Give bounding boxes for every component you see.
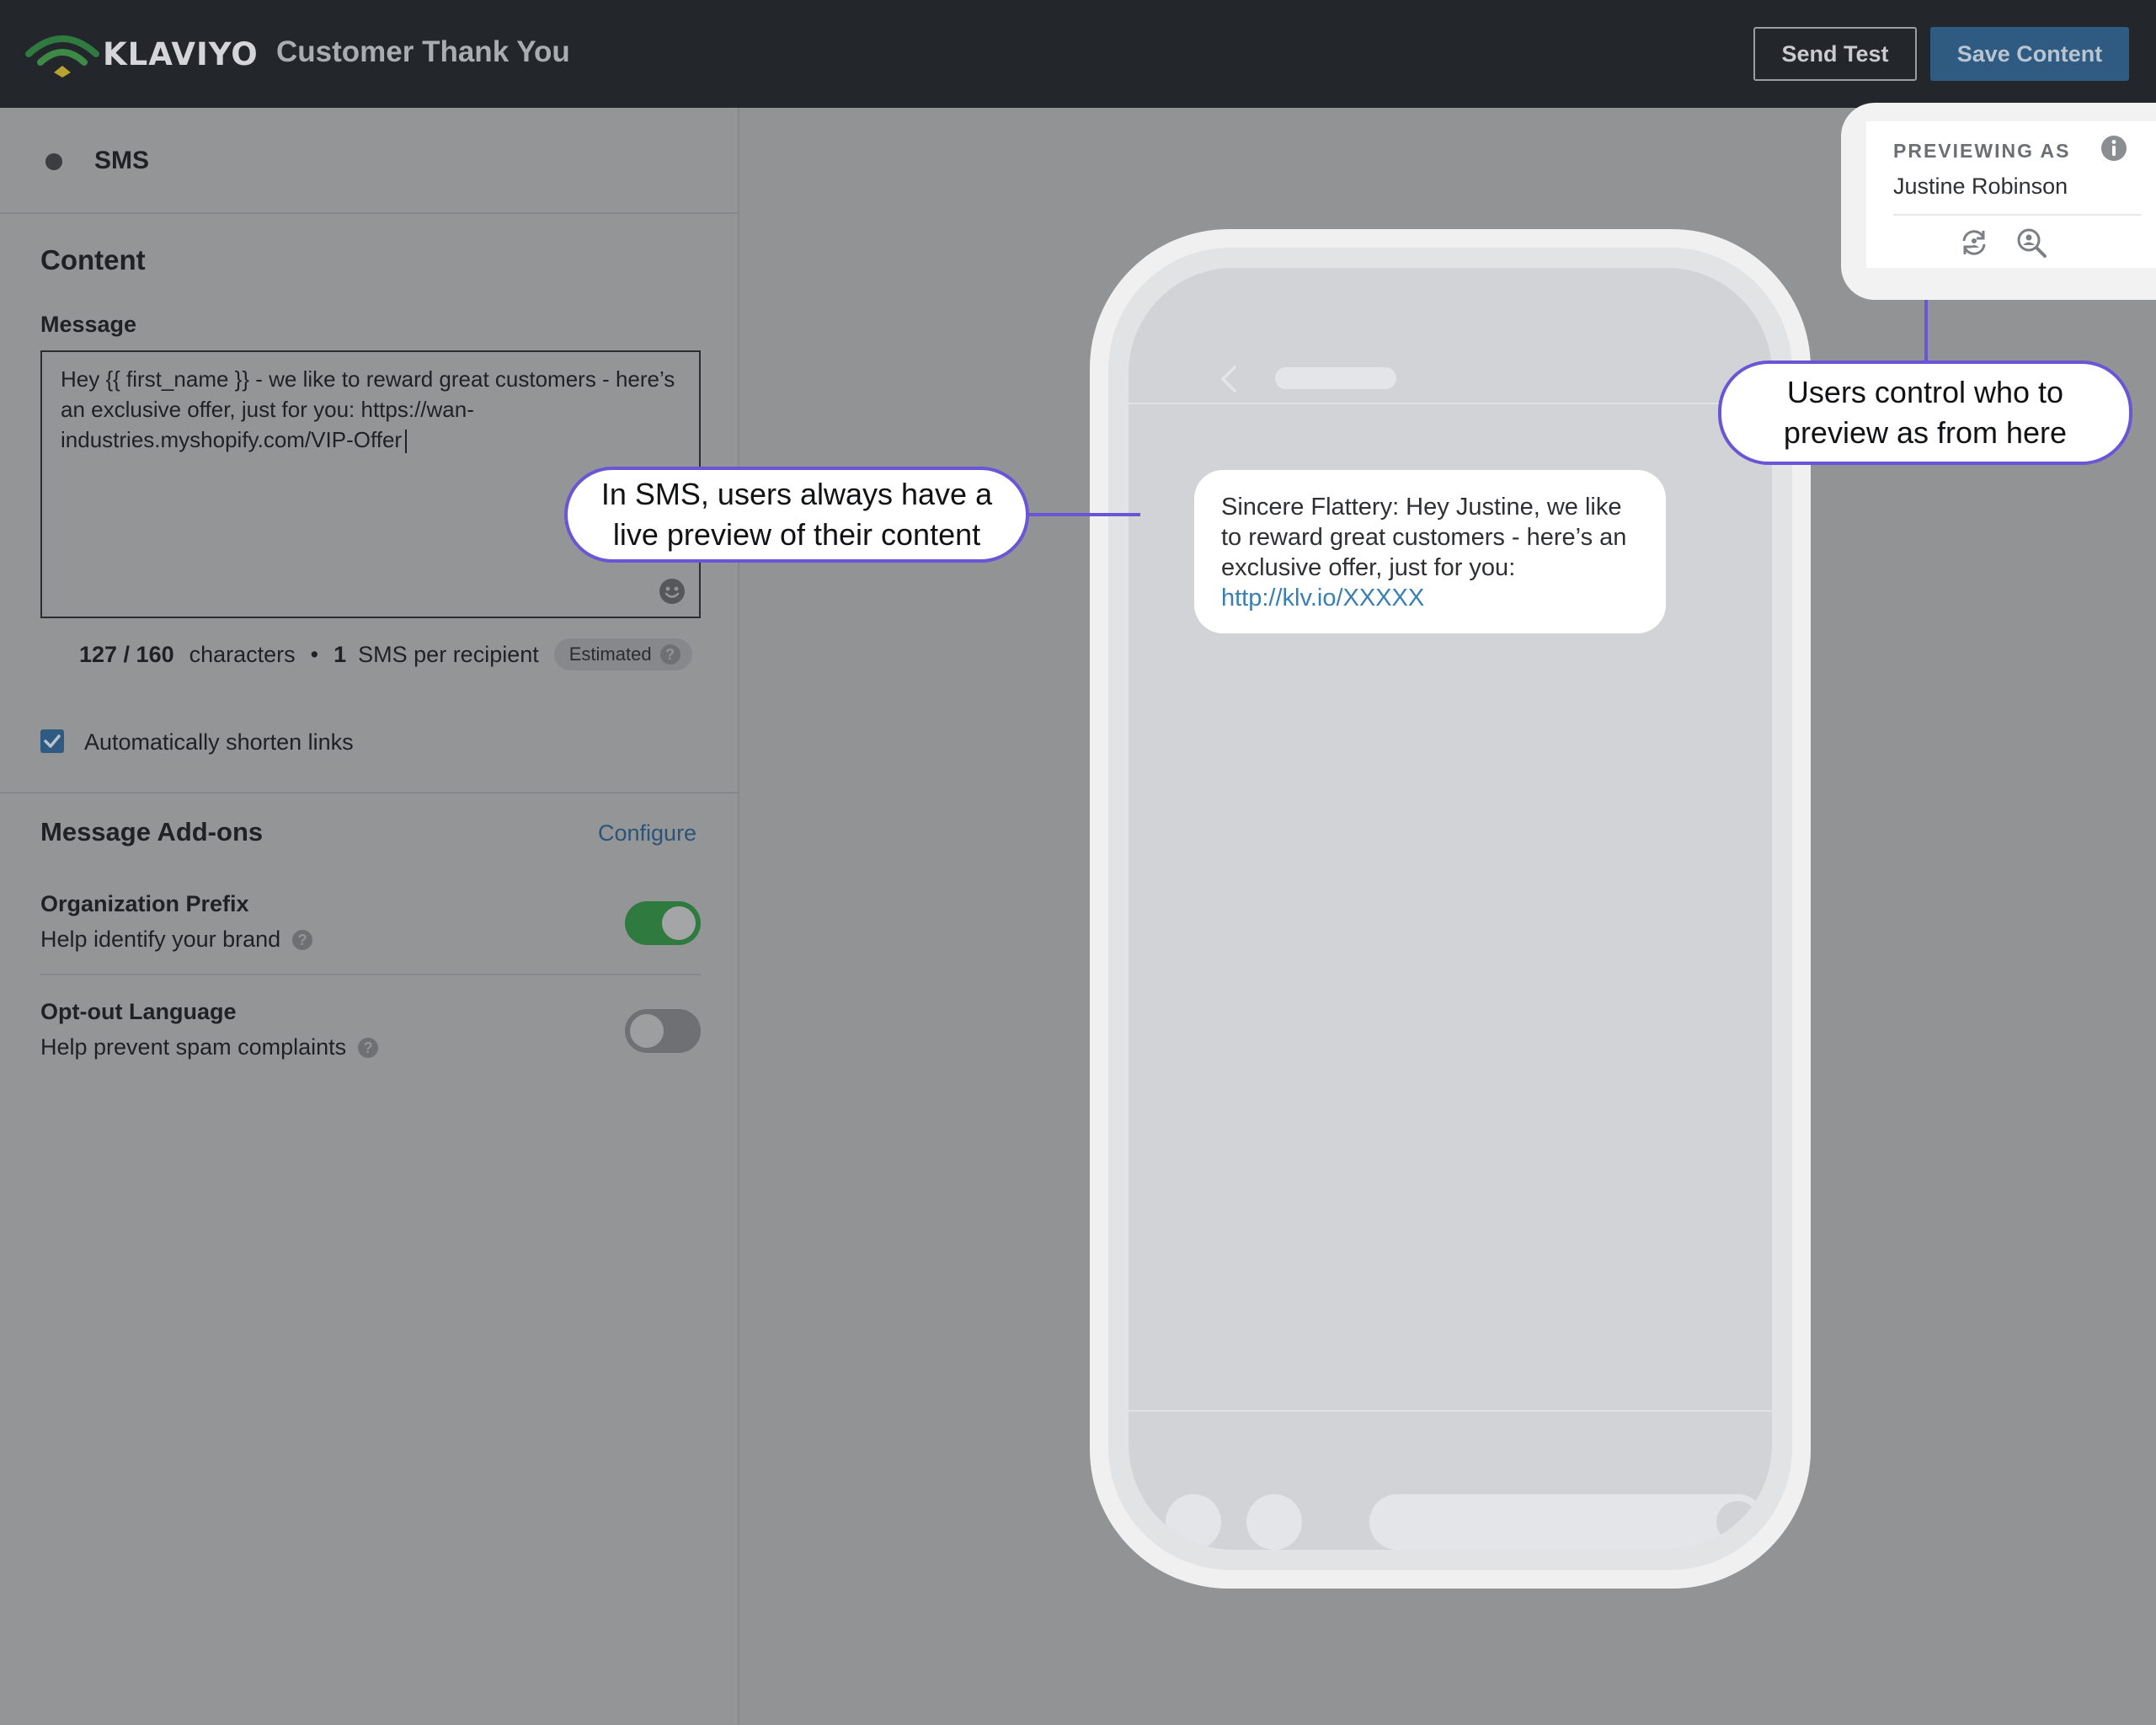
previewing-as-card: PREVIEWING AS Justine Robinson xyxy=(1866,121,2156,268)
top-bar: KLAVIYO Customer Thank You Send Test Sav… xyxy=(0,0,2156,108)
callout-preview-as-text: Users control who to preview as from her… xyxy=(1783,375,2068,450)
channel-label: SMS xyxy=(94,147,150,174)
send-placeholder-icon xyxy=(1716,1501,1758,1543)
callout-live-preview-text: In SMS, users always have a live preview… xyxy=(600,477,993,552)
help-icon[interactable]: ? xyxy=(659,644,680,665)
toggle-knob xyxy=(630,1014,664,1048)
estimated-badge[interactable]: Estimated ? xyxy=(553,638,692,670)
estimated-label: Estimated xyxy=(568,644,652,665)
apps-placeholder-icon xyxy=(1246,1494,1302,1550)
contact-name-placeholder xyxy=(1275,367,1396,389)
message-label: Message xyxy=(40,312,137,337)
sms-message-bubble: Sincere Flattery: Hey Justine, we like t… xyxy=(1194,470,1666,633)
addon-subtitle-opt-out: Help prevent spam complaints ? xyxy=(40,1034,379,1060)
addon-subtitle-text: Help prevent spam complaints xyxy=(40,1034,347,1060)
content-section-title: Content xyxy=(40,244,146,275)
section-divider xyxy=(0,792,738,793)
char-label: characters xyxy=(189,641,296,667)
bubble-link: http://klv.io/XXXXX xyxy=(1221,585,1425,611)
bubble-text: Sincere Flattery: Hey Justine, we like t… xyxy=(1221,494,1627,581)
addon-subtitle-org-prefix: Help identify your brand ? xyxy=(40,927,313,953)
char-count: 127 / 160 xyxy=(79,641,174,667)
logo[interactable]: KLAVIYO xyxy=(25,29,259,79)
toggle-knob xyxy=(662,906,696,940)
callout-connector-preview-as xyxy=(1924,300,1928,362)
previewing-as-label: PREVIEWING AS xyxy=(1893,140,2071,162)
sms-label: SMS per recipient xyxy=(358,641,539,667)
opt-out-toggle[interactable] xyxy=(625,1009,701,1053)
addon-title-opt-out: Opt-out Language xyxy=(40,999,237,1024)
message-input-placeholder xyxy=(1369,1494,1765,1550)
save-content-button[interactable]: Save Content xyxy=(1930,27,2129,81)
send-test-button[interactable]: Send Test xyxy=(1753,27,1917,81)
callout-preview-as: Users control who to preview as from her… xyxy=(1718,360,2132,465)
editor-panel: SMS Content Message Hey {{ first_name }}… xyxy=(0,108,739,1725)
preview-divider xyxy=(1893,214,2141,216)
callout-connector-live-preview xyxy=(1027,513,1140,516)
preview-profile-name: Justine Robinson xyxy=(1893,174,2068,199)
callout-live-preview: In SMS, users always have a live preview… xyxy=(564,467,1029,563)
check-icon xyxy=(44,734,61,748)
camera-placeholder-icon xyxy=(1166,1494,1221,1550)
addons-section-title: Message Add-ons xyxy=(40,817,264,846)
page-title: Customer Thank You xyxy=(276,35,570,68)
addon-title-org-prefix: Organization Prefix xyxy=(40,891,249,916)
phone-header-divider xyxy=(1129,403,1772,404)
help-icon[interactable]: ? xyxy=(358,1037,379,1058)
counter-separator: • xyxy=(310,641,319,667)
shorten-links-checkbox[interactable] xyxy=(40,729,64,753)
message-text: Hey {{ first_name }} - we like to reward… xyxy=(61,366,675,452)
info-icon[interactable] xyxy=(2100,135,2127,162)
back-chevron-icon xyxy=(1220,366,1236,393)
addon-subtitle-text: Help identify your brand xyxy=(40,927,281,952)
text-cursor xyxy=(405,430,408,454)
addon-divider xyxy=(40,974,701,975)
channel-status-dot xyxy=(45,153,62,170)
phone-screen: Sincere Flattery: Hey Justine, we like t… xyxy=(1129,268,1772,1550)
channel-header: SMS xyxy=(0,108,738,214)
shorten-links-label: Automatically shorten links xyxy=(84,729,354,755)
emoji-smile-icon[interactable] xyxy=(659,578,686,605)
refresh-profile-icon[interactable] xyxy=(1957,226,1991,259)
lookup-profile-icon[interactable] xyxy=(2015,226,2048,259)
org-prefix-toggle[interactable] xyxy=(625,901,701,945)
phone-preview: Sincere Flattery: Hey Justine, we like t… xyxy=(1090,229,1811,1589)
logo-text: KLAVIYO xyxy=(103,35,259,72)
help-icon[interactable]: ? xyxy=(292,929,313,950)
klaviyo-logo-icon xyxy=(25,35,99,77)
configure-link[interactable]: Configure xyxy=(598,820,696,846)
phone-footer-divider xyxy=(1129,1410,1772,1412)
sms-count: 1 xyxy=(334,641,347,667)
character-counter: 127 / 160 characters • 1 SMS per recipie… xyxy=(79,638,692,670)
